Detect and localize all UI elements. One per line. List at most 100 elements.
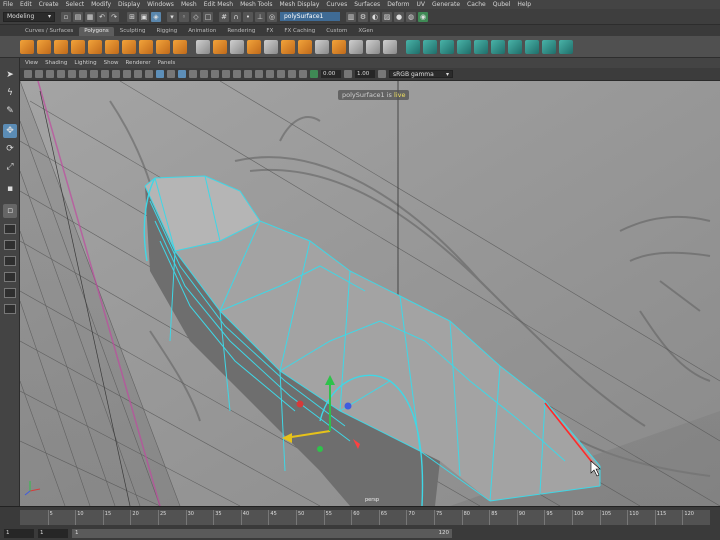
- edge-mask-icon[interactable]: ◇: [191, 11, 201, 22]
- range-start-field[interactable]: 1: [4, 528, 34, 538]
- menu-help[interactable]: Help: [517, 1, 531, 8]
- mode-selector[interactable]: Modeling ▾: [3, 11, 55, 22]
- connect-icon[interactable]: [542, 39, 556, 54]
- separate-icon[interactable]: [213, 39, 227, 54]
- face-mask-icon[interactable]: □: [203, 11, 213, 22]
- color-management-icon[interactable]: [378, 70, 386, 78]
- view-transform-selector[interactable]: sRGB gamma ▾: [389, 70, 453, 78]
- undo-icon[interactable]: ↶: [97, 11, 107, 22]
- motion-blur-icon[interactable]: [233, 70, 241, 78]
- menu-file[interactable]: File: [3, 1, 13, 8]
- poly-cone-icon[interactable]: [71, 39, 85, 54]
- select-tool-icon[interactable]: ➤: [3, 68, 17, 82]
- camera-attributes-icon[interactable]: [35, 70, 43, 78]
- perspective-viewport[interactable]: polySurface1 is live persp: [20, 81, 720, 506]
- render-globals-icon[interactable]: ◍: [406, 11, 416, 22]
- ipr-render-icon[interactable]: ◐: [370, 11, 380, 22]
- save-scene-icon[interactable]: ▦: [85, 11, 95, 22]
- select-component-icon[interactable]: ◈: [151, 11, 161, 22]
- smooth-shade-icon[interactable]: [167, 70, 175, 78]
- snap-live-icon[interactable]: ◎: [267, 11, 277, 22]
- use-lights-icon[interactable]: [200, 70, 208, 78]
- menu-select[interactable]: Select: [66, 1, 85, 8]
- wireframe-on-shaded-icon[interactable]: [178, 70, 186, 78]
- shelf-tab-curves-surfaces[interactable]: Curves / Surfaces: [20, 27, 78, 36]
- animation-start-field[interactable]: 1: [38, 528, 68, 538]
- hypershade-icon[interactable]: ●: [394, 11, 404, 22]
- extrude-icon[interactable]: [406, 39, 420, 54]
- panel-menu-shading[interactable]: Shading: [45, 60, 67, 66]
- last-tool-icon[interactable]: ▪: [3, 182, 17, 196]
- insert-edge-loop-icon[interactable]: [559, 39, 573, 54]
- lasso-tool-icon[interactable]: ϟ: [3, 86, 17, 100]
- gate-mask-icon[interactable]: [123, 70, 131, 78]
- shelf-tab-custom[interactable]: Custom: [321, 27, 352, 36]
- xray-joints-icon[interactable]: [288, 70, 296, 78]
- film-gate-icon[interactable]: [101, 70, 109, 78]
- select-object-icon[interactable]: ▣: [139, 11, 149, 22]
- menu-display[interactable]: Display: [118, 1, 140, 8]
- shelf-tab-rigging[interactable]: Rigging: [151, 27, 182, 36]
- perspective-graph-layout-icon[interactable]: [4, 256, 16, 266]
- redo-icon[interactable]: ↷: [109, 11, 119, 22]
- viewport-scene[interactable]: [20, 81, 720, 506]
- shelf-tab-xgen[interactable]: XGen: [353, 27, 378, 36]
- time-slider-track[interactable]: 5 10 15 20 25 30 35 40 45 50 55 60 65 70 75 80 85 90 95 100…: [20, 510, 710, 525]
- shelf-tab-fx-caching[interactable]: FX Caching: [279, 27, 320, 36]
- poly-cylinder-icon[interactable]: [54, 39, 68, 54]
- snap-grid-icon[interactable]: #: [219, 11, 229, 22]
- render-settings-icon[interactable]: ⚙: [358, 11, 368, 22]
- menu-surfaces[interactable]: Surfaces: [354, 1, 380, 8]
- field-chart-icon[interactable]: [134, 70, 142, 78]
- panel-menu-renderer[interactable]: Renderer: [125, 60, 150, 66]
- shadows-icon[interactable]: [211, 70, 219, 78]
- select-hierarchy-icon[interactable]: ⊞: [127, 11, 137, 22]
- new-scene-icon[interactable]: ▫: [61, 11, 71, 22]
- poly-prism-icon[interactable]: [173, 39, 187, 54]
- depth-of-field-icon[interactable]: [255, 70, 263, 78]
- vertex-mask-icon[interactable]: ◦: [179, 11, 189, 22]
- triangulate-icon[interactable]: [366, 39, 380, 54]
- grease-pencil-icon[interactable]: [79, 70, 87, 78]
- menu-mesh-tools[interactable]: Mesh Tools: [240, 1, 272, 8]
- snap-point-icon[interactable]: •: [243, 11, 253, 22]
- grid-icon[interactable]: [90, 70, 98, 78]
- snap-view-icon[interactable]: ⊥: [255, 11, 265, 22]
- multi-cut-icon[interactable]: [491, 39, 505, 54]
- target-weld-icon[interactable]: [508, 39, 522, 54]
- four-view-layout-icon[interactable]: [4, 224, 16, 234]
- xray-components-icon[interactable]: [299, 70, 307, 78]
- render-frame-icon[interactable]: ▥: [346, 11, 356, 22]
- mirror-icon[interactable]: [264, 39, 278, 54]
- live-object-field[interactable]: polySurface1: [280, 12, 340, 21]
- gamma-field[interactable]: 1.00: [355, 70, 375, 78]
- render-view-icon[interactable]: ▨: [382, 11, 392, 22]
- shelf-tab-sculpting[interactable]: Sculpting: [115, 27, 151, 36]
- menu-deform[interactable]: Deform: [387, 1, 409, 8]
- rotate-tool-icon[interactable]: ⟳: [3, 142, 17, 156]
- time-slider[interactable]: 5 10 15 20 25 30 35 40 45 50 55 60 65 70 75 80 85 90 95 100…: [0, 506, 720, 526]
- open-scene-icon[interactable]: ▤: [73, 11, 83, 22]
- textured-icon[interactable]: [189, 70, 197, 78]
- menu-curves[interactable]: Curves: [326, 1, 347, 8]
- anti-aliasing-icon[interactable]: [244, 70, 252, 78]
- bridge-icon[interactable]: [423, 39, 437, 54]
- menu-cache[interactable]: Cache: [467, 1, 486, 8]
- smooth-icon[interactable]: [230, 39, 244, 54]
- move-tool-icon[interactable]: ✥: [3, 124, 17, 138]
- hypershade-layout-icon[interactable]: [4, 272, 16, 282]
- menu-mesh[interactable]: Mesh: [181, 1, 197, 8]
- menu-qubel[interactable]: Qubel: [493, 1, 511, 8]
- combine-icon[interactable]: [196, 39, 210, 54]
- xray-icon[interactable]: [277, 70, 285, 78]
- ambient-occlusion-icon[interactable]: [222, 70, 230, 78]
- bevel-icon[interactable]: [440, 39, 454, 54]
- shelf-tab-rendering[interactable]: Rendering: [222, 27, 260, 36]
- quad-draw-icon[interactable]: [525, 39, 539, 54]
- reduce-icon[interactable]: [332, 39, 346, 54]
- fill-hole-icon[interactable]: [474, 39, 488, 54]
- panel-menu-view[interactable]: View: [25, 60, 38, 66]
- menu-mesh-display[interactable]: Mesh Display: [280, 1, 320, 8]
- select-camera-icon[interactable]: [24, 70, 32, 78]
- boolean-union-icon[interactable]: [281, 39, 295, 54]
